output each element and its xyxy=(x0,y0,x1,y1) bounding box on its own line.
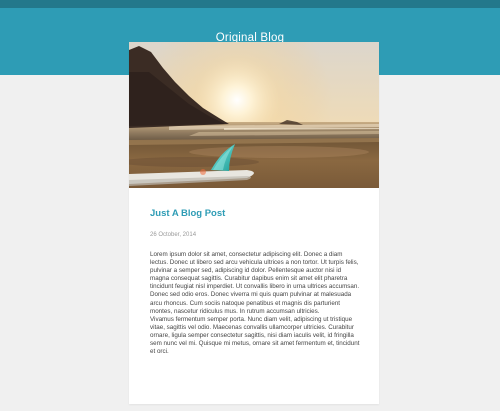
blog-post-card: Just A Blog Post 26 October, 2014 Lorem … xyxy=(129,42,379,404)
post-body: Lorem ipsum dolor sit amet, consectetur … xyxy=(150,251,360,356)
hero-image xyxy=(129,42,379,188)
post-title[interactable]: Just A Blog Post xyxy=(150,208,225,219)
post-paragraph: Vivamus fermentum semper porta. Nunc dia… xyxy=(150,315,360,356)
post-paragraph: Lorem ipsum dolor sit amet, consectetur … xyxy=(150,251,360,315)
top-bar xyxy=(0,0,500,8)
post-date: 26 October, 2014 xyxy=(150,232,197,238)
